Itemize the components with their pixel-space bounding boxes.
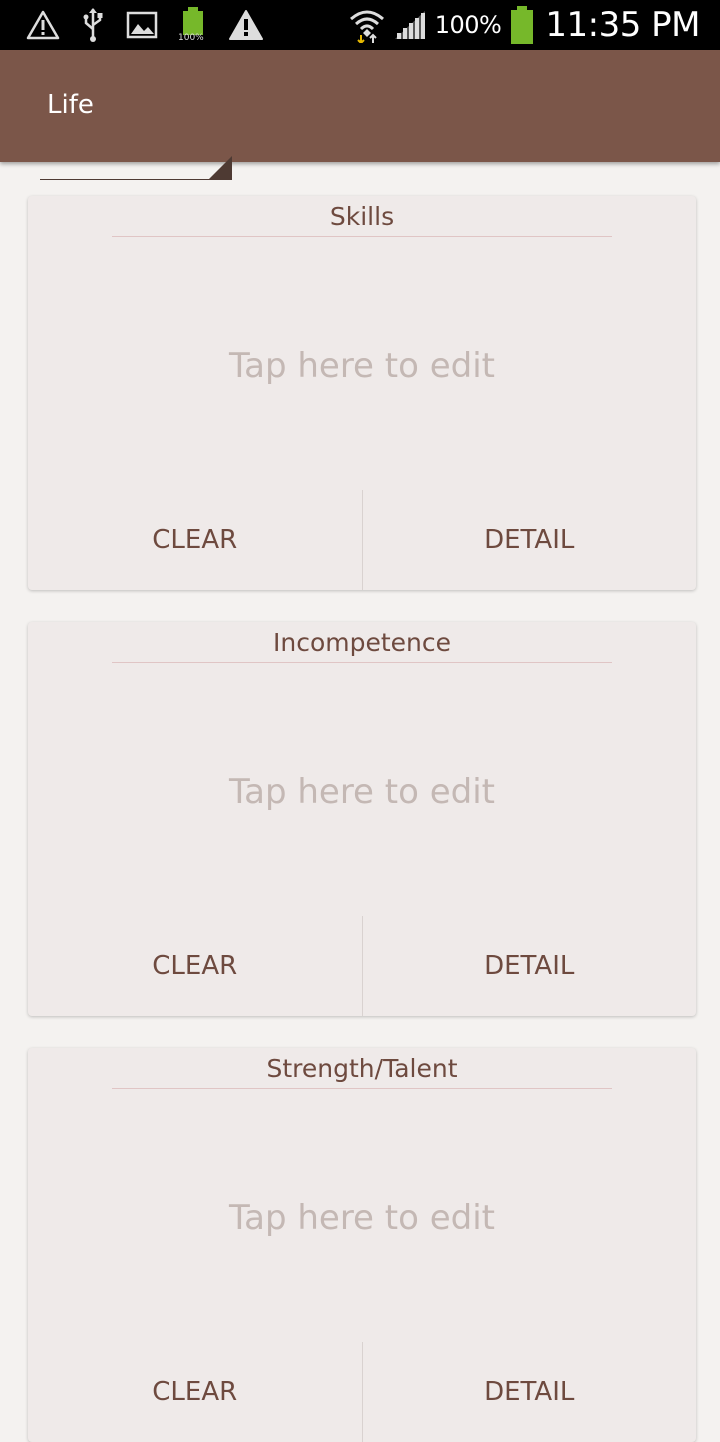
card-skills: Skills Tap here to edit CLEAR DETAIL [28,196,696,590]
card-title: Strength/Talent [266,1054,458,1083]
card-actions: CLEAR DETAIL [28,916,696,1016]
wifi-icon [349,7,385,43]
spinner-selected-value: Life [47,90,94,120]
card-title: Incompetence [272,628,451,657]
mini-battery-label: 100% [178,33,204,43]
warning-icon [26,10,60,40]
card-edit-area[interactable]: Tap here to edit [28,346,696,386]
clear-button[interactable]: CLEAR [28,916,362,1016]
status-bar-notifications: 100% [26,7,286,43]
clear-button[interactable]: CLEAR [28,1342,362,1442]
detail-button[interactable]: DETAIL [363,490,697,590]
battery-full-icon: 100% [178,7,206,43]
alert-icon [228,9,264,41]
battery-percent: 100% [434,11,502,39]
detail-button[interactable]: DETAIL [363,1342,697,1442]
battery-icon [509,6,535,44]
status-bar-system: 100% 11:35 PM [341,5,700,45]
app-toolbar: Life [0,50,720,180]
card-strength-talent: Strength/Talent Tap here to edit CLEAR D… [28,1048,696,1442]
card-actions: CLEAR DETAIL [28,490,696,590]
status-bar: 100% 100% 11:35 PM [0,0,720,50]
signal-icon [393,9,427,41]
detail-button[interactable]: DETAIL [363,916,697,1016]
card-edit-area[interactable]: Tap here to edit [28,1198,696,1238]
clock: 11:35 PM [545,5,700,45]
card-edit-area[interactable]: Tap here to edit [28,772,696,812]
usb-icon [82,7,104,43]
clear-button[interactable]: CLEAR [28,490,362,590]
card-actions: CLEAR DETAIL [28,1342,696,1442]
card-title-divider [112,1088,612,1089]
card-list: Skills Tap here to edit CLEAR DETAIL Inc… [0,162,720,1442]
card-incompetence: Incompetence Tap here to edit CLEAR DETA… [28,622,696,1016]
card-title-divider [112,662,612,663]
card-title-divider [112,236,612,237]
card-title: Skills [329,202,395,231]
image-icon [126,11,158,39]
